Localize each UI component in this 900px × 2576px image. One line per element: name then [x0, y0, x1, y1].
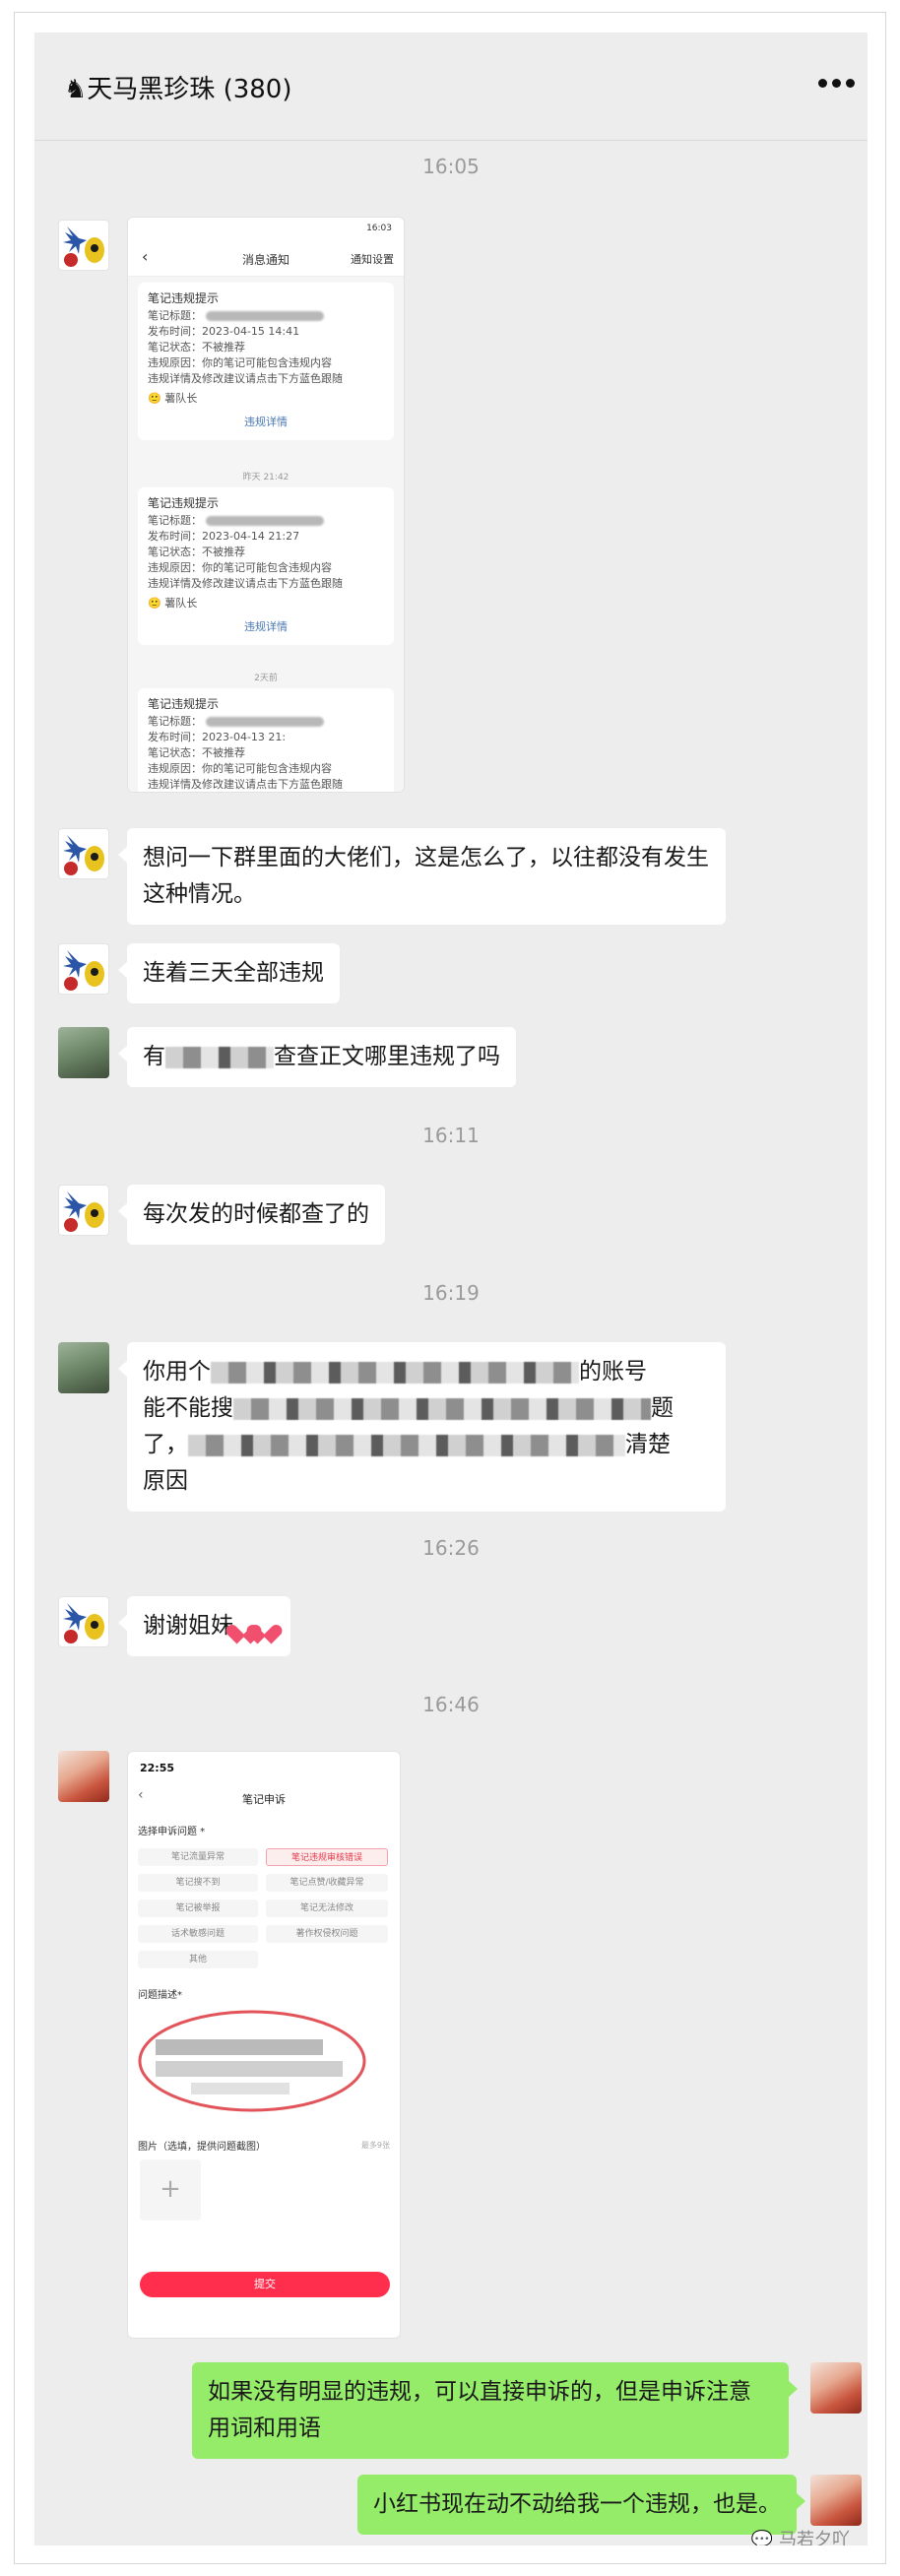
appeal-option[interactable]: 著作权侵权问题	[266, 1925, 388, 1943]
section-label: 选择申诉问题 *	[138, 1827, 206, 1837]
heart-emoji-icon	[254, 1617, 275, 1637]
my-avatar[interactable]	[810, 2475, 862, 2526]
card-line: 笔记状态：不被推荐	[148, 746, 245, 759]
more-icon[interactable]	[812, 60, 862, 103]
horse-logo-icon	[63, 1191, 104, 1232]
message-line: 原因	[143, 1468, 188, 1494]
card-line: 违规原因：你的笔记可能包含违规内容	[148, 561, 332, 574]
card-line: 笔记标题：	[148, 714, 384, 730]
message-bubble[interactable]: 想问一下群里面的大佬们，这是怎么了，以往都没有发生这种情况。	[118, 828, 726, 925]
notice-divider: 昨天 21:42	[242, 473, 289, 483]
card-line: 笔记状态：不被推荐	[148, 341, 245, 354]
notice-divider: 2天前	[254, 674, 278, 683]
description-field[interactable]	[132, 2006, 368, 2116]
message-bubble[interactable]: 连着三天全部违规	[118, 943, 340, 1003]
card-line: 发布时间：2023-04-14 21:27	[148, 530, 300, 543]
message-text: 查查正文哪里违规了吗	[274, 1044, 500, 1069]
status-time: 22:55	[140, 1762, 175, 1774]
card-title: 笔记违规提示	[148, 496, 220, 510]
horse-logo-icon	[63, 835, 104, 875]
notice-list: 笔记违规提示 笔记标题： 发布时间：2023-04-15 14:41 笔记状态：…	[128, 277, 404, 792]
notice-card: 笔记违规提示 笔记标题： 发布时间：2023-04-14 21:27 笔记状态：…	[138, 487, 394, 645]
avatar[interactable]	[58, 1342, 109, 1393]
card-line: 笔记标题：	[148, 308, 384, 324]
message-bubble[interactable]: 谢谢姐妹	[118, 1596, 290, 1656]
add-image-icon[interactable]: +	[140, 2159, 201, 2221]
message-bubble[interactable]: 有 查查正文哪里违规了吗	[118, 1027, 516, 1087]
image-count: 最多9张	[360, 2141, 390, 2150]
notice-card: 笔记违规提示 笔记标题： 发布时间：2023-04-13 21: 笔记状态：不被…	[138, 688, 394, 792]
card-line: 笔记状态：不被推荐	[148, 546, 245, 558]
card-link[interactable]: 违规详情	[148, 619, 384, 635]
redacted-text	[165, 1046, 274, 1068]
group-title: ♞天马黑珍珠 (380)	[64, 75, 292, 104]
message-line: 了， 清楚	[143, 1432, 671, 1457]
appeal-option[interactable]: 其他	[138, 1951, 258, 1968]
card-title: 笔记违规提示	[148, 291, 220, 305]
avatar[interactable]	[58, 943, 109, 995]
card-title: 笔记违规提示	[148, 697, 220, 711]
message-line: 能不能搜题	[143, 1395, 674, 1421]
notice-settings: 通知设置	[351, 253, 394, 266]
avatar[interactable]	[58, 220, 109, 271]
avatar[interactable]	[58, 828, 109, 879]
message-bubble[interactable]: 你用个 的账号 能不能搜题 了， 清楚 原因	[118, 1342, 726, 1512]
horse-logo-icon	[63, 1603, 104, 1643]
notice-topbar: 16:03 ‹ 消息通知 通知设置	[128, 218, 404, 277]
avatar[interactable]	[58, 1027, 109, 1078]
submit-button[interactable]: 提交	[140, 2272, 390, 2297]
appeal-option-selected[interactable]: 笔记违规审核错误	[266, 1848, 388, 1866]
my-avatar[interactable]	[810, 2362, 862, 2414]
timestamp: 16:19	[422, 1281, 480, 1305]
message-text: 谢谢姐妹	[143, 1613, 233, 1639]
horse-logo-icon	[63, 950, 104, 991]
appeal-screenshot-image[interactable]: 22:55 ‹ 笔记申诉 选择申诉问题 * 笔记流量异常 笔记违规审核错误 笔记…	[127, 1751, 401, 2339]
screenshot-frame: ♞天马黑珍珠 (380) 16:05 16:03 ‹ 消息通知 通知设置 笔记违…	[14, 12, 886, 2564]
card-line: 违规原因：你的笔记可能包含违规内容	[148, 356, 332, 369]
notice-screenshot-image[interactable]: 16:03 ‹ 消息通知 通知设置 笔记违规提示 笔记标题： 发布时间：2023…	[127, 217, 405, 793]
message-text: 有	[143, 1044, 165, 1069]
appeal-option[interactable]: 笔记被举报	[138, 1900, 258, 1917]
red-circle-annotation-icon	[138, 2010, 366, 2112]
timestamp: 16:46	[422, 1693, 480, 1716]
timestamp: 16:11	[422, 1124, 480, 1147]
watermark-text: 马若夕吖	[779, 2530, 850, 2545]
card-line: 违规原因：你的笔记可能包含违规内容	[148, 762, 332, 775]
card-line: 发布时间：2023-04-13 21:	[148, 731, 287, 743]
appeal-option[interactable]: 话术敏感问题	[138, 1925, 258, 1943]
appeal-option[interactable]: 笔记无法修改	[266, 1900, 388, 1917]
timestamp: 16:26	[422, 1536, 480, 1560]
card-sender: 🙂 薯队长	[148, 392, 198, 405]
appeal-nav-title: 笔记申诉	[242, 1793, 286, 1806]
message-bubble[interactable]: 每次发的时候都查了的	[118, 1185, 385, 1245]
card-line: 违规详情及修改建议请点击下方蓝色跟随	[148, 372, 343, 385]
my-message-bubble[interactable]: 如果没有明显的违规，可以直接申诉的，但是申诉注意用词和用语	[192, 2362, 798, 2459]
avatar[interactable]	[58, 1596, 109, 1647]
avatar[interactable]	[58, 1751, 109, 1802]
card-line: 违规详情及修改建议请点击下方蓝色跟随	[148, 577, 343, 590]
appeal-option[interactable]: 笔记点赞/收藏异常	[266, 1874, 388, 1892]
avatar[interactable]	[58, 1185, 109, 1236]
card-line: 违规详情及修改建议请点击下方蓝色跟随	[148, 778, 343, 791]
my-message-bubble[interactable]: 小红书现在动不动给我一个违规，也是。	[357, 2475, 805, 2535]
message-line: 你用个 的账号	[143, 1359, 647, 1385]
appeal-option[interactable]: 笔记搜不到	[138, 1874, 258, 1892]
card-line: 发布时间：2023-04-15 14:41	[148, 325, 300, 338]
card-link[interactable]: 违规详情	[148, 415, 384, 430]
appeal-option[interactable]: 笔记流量异常	[138, 1848, 258, 1866]
card-sender: 🙂 薯队长	[148, 597, 198, 610]
image-label: 图片（选填，提供问题截图）	[138, 2142, 266, 2153]
chat-header: ♞天马黑珍珠 (380)	[34, 32, 868, 141]
notice-card: 笔记违规提示 笔记标题： 发布时间：2023-04-15 14:41 笔记状态：…	[138, 283, 394, 440]
desc-label: 问题描述*	[138, 1990, 182, 2001]
card-line: 笔记标题：	[148, 513, 384, 529]
wechat-icon: 💬	[750, 2530, 774, 2545]
status-time: 16:03	[366, 224, 392, 233]
chat-window: ♞天马黑珍珠 (380) 16:05 16:03 ‹ 消息通知 通知设置 笔记违…	[34, 32, 868, 2545]
watermark: 💬 马若夕吖	[751, 2526, 850, 2545]
horse-logo-icon	[63, 226, 104, 267]
timestamp: 16:05	[422, 155, 480, 178]
